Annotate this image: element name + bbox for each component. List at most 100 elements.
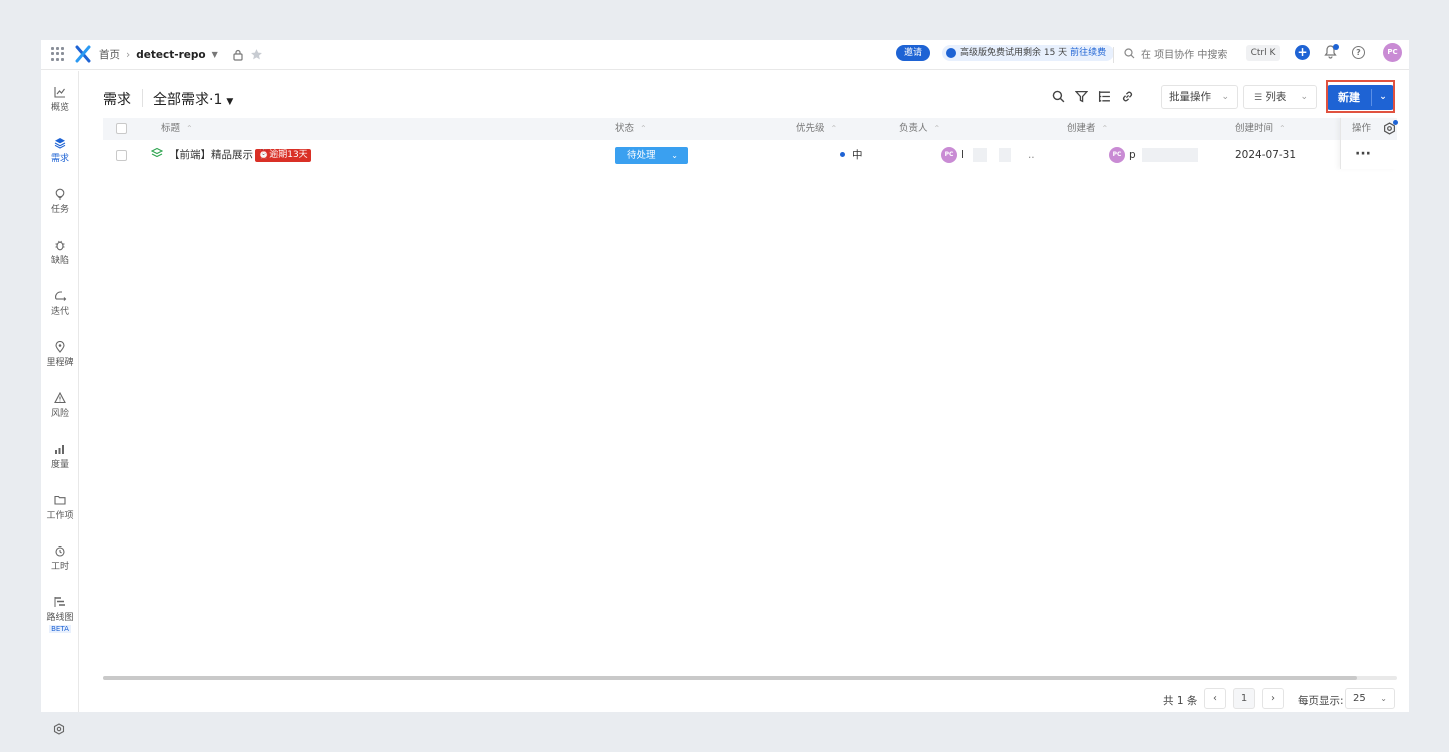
renew-link[interactable]: 前往续费 xyxy=(1070,48,1106,58)
sidebar-item-workitems[interactable]: 工作项 xyxy=(41,494,79,521)
sort-icon: ⌃ xyxy=(1279,124,1286,133)
invite-button[interactable]: 邀请 xyxy=(896,45,930,61)
trial-banner[interactable]: 高级版免费试用剩余 15 天 前往续费 xyxy=(942,45,1115,61)
new-button[interactable]: 新建 ⌄ xyxy=(1327,85,1394,110)
app-frame: 首页 › detect-repo ▼ 邀请 高级版免费试用剩余 15 天 前往续… xyxy=(41,40,1409,735)
avatar: PC xyxy=(941,147,957,163)
overdue-badge: ⏰逾期13天 xyxy=(255,149,311,162)
next-page-button[interactable]: › xyxy=(1262,688,1284,709)
avatar: PC xyxy=(1109,147,1125,163)
priority-cell[interactable]: 中 xyxy=(840,141,863,169)
layers-icon xyxy=(54,138,66,149)
per-page-label: 每页显示: xyxy=(1298,695,1344,707)
column-status[interactable]: 状态 ⌃ xyxy=(615,118,647,140)
notification-dot xyxy=(1333,44,1339,50)
column-assignee[interactable]: 负责人 ⌃ xyxy=(899,118,940,140)
horizontal-scrollbar[interactable] xyxy=(103,676,1397,680)
prev-page-button[interactable]: ‹ xyxy=(1204,688,1226,709)
divider xyxy=(1113,47,1114,63)
sidebar-item-requirements[interactable]: 需求 xyxy=(41,137,79,164)
cycle-icon xyxy=(54,291,66,301)
column-created[interactable]: 创建时间 ⌃ xyxy=(1235,118,1286,140)
sidebar-item-metrics[interactable]: 度量 xyxy=(41,443,79,470)
plus-icon[interactable]: + xyxy=(1295,45,1310,60)
sidebar-item-overview[interactable]: 概览 xyxy=(41,86,79,113)
view-selector[interactable]: 全部需求·1 ▼ xyxy=(153,89,233,109)
chart-line-icon xyxy=(54,87,65,98)
app-logo-icon[interactable] xyxy=(75,45,91,63)
sidebar-item-defects[interactable]: 缺陷 xyxy=(41,239,79,266)
assignee-cell[interactable]: PC l .. xyxy=(941,141,1035,169)
column-priority[interactable]: 优先级 ⌃ xyxy=(796,118,837,140)
list-icon: ☰ xyxy=(1254,93,1263,103)
lock-icon[interactable] xyxy=(232,49,244,61)
page-number[interactable]: 1 xyxy=(1233,688,1255,709)
created-date: 2024-07-31 xyxy=(1235,149,1297,161)
new-button-label[interactable]: 新建 xyxy=(1327,85,1371,110)
chevron-down-icon: ⌄ xyxy=(1300,92,1308,102)
total-count: 共 1 条 xyxy=(1163,695,1198,707)
sort-icon: ⌃ xyxy=(1101,124,1109,133)
star-icon[interactable] xyxy=(250,48,263,61)
requirement-title[interactable]: 【前端】精品展示 ⏰逾期13天 xyxy=(169,141,311,169)
sidebar-item-label: 路线图 xyxy=(46,613,74,623)
sort-icon: ⌃ xyxy=(830,124,838,133)
notification-dot xyxy=(1393,120,1398,125)
select-all-checkbox[interactable] xyxy=(116,123,127,134)
redacted-text xyxy=(973,148,988,162)
status-dropdown[interactable]: 待处理 ⌄ xyxy=(615,147,688,164)
title-text[interactable]: 【前端】精品展示 xyxy=(169,149,253,161)
sidebar-item-label: 缺陷 xyxy=(50,256,69,266)
row-checkbox[interactable] xyxy=(116,150,127,161)
chevron-down-icon: ⌄ xyxy=(1380,694,1387,703)
view-mode-label: 列表 xyxy=(1265,91,1287,103)
shortcut-hint: Ctrl K xyxy=(1246,45,1280,61)
sidebar-item-iterations[interactable]: 迭代 xyxy=(41,290,79,317)
sidebar-item-worktime[interactable]: 工时 xyxy=(41,545,79,572)
table-header: 标题 ⌃ 状态 ⌃ 优先级 ⌃ 负责人 ⌃ 创建者 ⌃ 创建时间 ⌃ 操作 xyxy=(103,118,1397,140)
breadcrumb-home[interactable]: 首页 xyxy=(99,47,120,62)
clock-icon xyxy=(946,48,956,58)
sidebar-item-roadmap[interactable]: 路线图 BETA xyxy=(41,596,79,634)
bell-icon[interactable] xyxy=(1324,44,1339,62)
view-mode-select[interactable]: ☰ 列表 ⌄ xyxy=(1243,85,1317,109)
column-title[interactable]: 标题 ⌃ xyxy=(161,118,193,140)
settings-hex-icon[interactable] xyxy=(53,723,65,738)
table-row[interactable]: 【前端】精品展示 ⏰逾期13天 待处理 ⌄ 中 PC l .. PC p 2024-0… xyxy=(103,141,1397,169)
column-settings-icon[interactable] xyxy=(1383,120,1398,138)
page-size-select[interactable]: 25 ⌄ xyxy=(1345,688,1395,709)
view-name: 全部需求·1 xyxy=(153,92,223,108)
sort-icon: ⌃ xyxy=(933,124,941,133)
status-label: 待处理 xyxy=(627,150,656,161)
warning-icon xyxy=(54,392,66,404)
batch-operation-select[interactable]: 批量操作 ⌄ xyxy=(1161,85,1238,109)
chevron-down-icon[interactable]: ⌄ xyxy=(1372,85,1394,110)
sidebar-item-milestones[interactable]: 里程碑 xyxy=(41,341,79,368)
column-creator[interactable]: 创建者 ⌃ xyxy=(1067,118,1108,140)
search-placeholder: 在 项目协作 中搜索 xyxy=(1141,50,1228,61)
caret-down-icon: ▼ xyxy=(226,97,234,107)
sidebar-item-risks[interactable]: 风险 xyxy=(41,392,79,419)
search-icon[interactable] xyxy=(1052,90,1065,103)
scrollbar-thumb[interactable] xyxy=(103,676,1357,680)
sidebar-item-label: 概览 xyxy=(50,103,69,113)
filter-icon[interactable] xyxy=(1074,90,1089,103)
help-icon[interactable]: ? xyxy=(1352,46,1365,59)
sidebar-item-label: 需求 xyxy=(50,154,69,164)
priority-dot xyxy=(840,152,845,157)
chevron-down-icon: ⌄ xyxy=(671,151,678,160)
assignee-name: l xyxy=(961,149,964,161)
breadcrumb: 首页 › detect-repo ▼ xyxy=(99,47,263,62)
more-actions-icon[interactable]: ··· xyxy=(1355,141,1371,167)
global-search[interactable]: 在 项目协作 中搜索 xyxy=(1124,46,1227,61)
user-avatar[interactable]: PC xyxy=(1383,43,1402,62)
tree-list-icon[interactable] xyxy=(1098,90,1111,103)
sidebar-item-tasks[interactable]: 任务 xyxy=(41,188,79,215)
link-icon[interactable] xyxy=(1121,90,1134,103)
trial-text: 高级版免费试用剩余 15 天 xyxy=(960,48,1068,58)
sidebar-item-label: 工时 xyxy=(50,562,69,572)
apps-grid-icon[interactable] xyxy=(51,47,65,61)
repo-name[interactable]: detect-repo xyxy=(136,49,205,61)
caret-down-icon[interactable]: ▼ xyxy=(212,50,218,59)
top-bar: 首页 › detect-repo ▼ 邀请 高级版免费试用剩余 15 天 前往续… xyxy=(41,40,1409,70)
